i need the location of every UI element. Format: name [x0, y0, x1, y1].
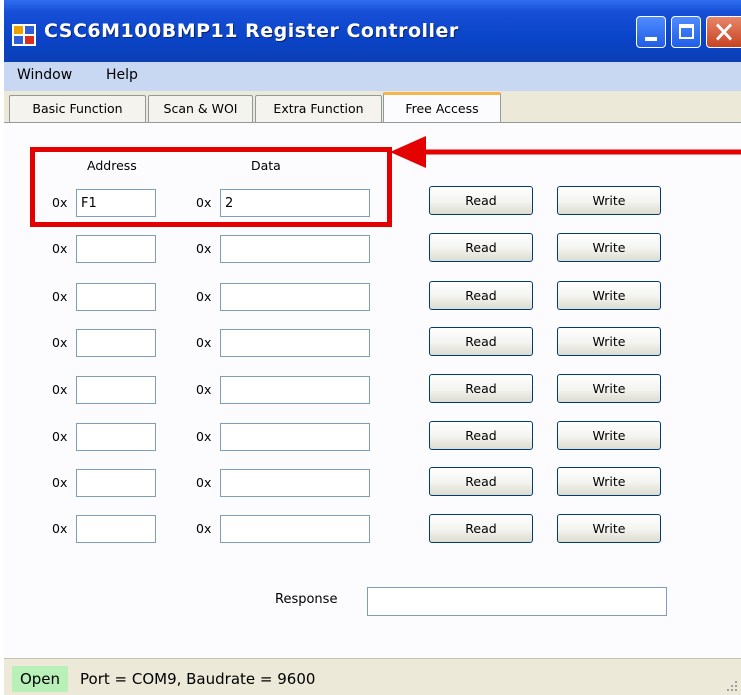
tab-free-access[interactable]: Free Access [383, 92, 501, 124]
data-prefix: 0x [196, 475, 212, 490]
address-field[interactable] [76, 469, 156, 497]
annotation-highlight-box [30, 147, 392, 227]
data-field[interactable] [220, 283, 370, 311]
address-field[interactable] [76, 515, 156, 543]
title-bar[interactable]: CSC6M100BMP11 Register Controller [4, 0, 741, 62]
menu-window[interactable]: Window [17, 67, 72, 83]
minimize-icon [645, 37, 657, 41]
maximize-button[interactable] [671, 16, 701, 48]
close-button[interactable] [706, 16, 741, 48]
response-field[interactable] [367, 587, 667, 616]
write-button[interactable]: Write [557, 186, 661, 215]
data-prefix: 0x [196, 241, 212, 256]
app-window: CSC6M100BMP11 Register Controller Window… [4, 0, 741, 695]
arrow-left-icon [390, 136, 741, 168]
status-bar: Open Port = COM9, Baudrate = 9600 [4, 658, 741, 695]
app-icon [12, 24, 36, 46]
read-button[interactable]: Read [429, 233, 533, 262]
data-field[interactable] [220, 329, 370, 357]
write-button[interactable]: Write [557, 281, 661, 310]
write-button[interactable]: Write [557, 374, 661, 403]
address-prefix: 0x [52, 521, 68, 536]
tab-basic-function[interactable]: Basic Function [9, 95, 146, 122]
data-field[interactable] [220, 423, 370, 451]
minimize-button[interactable] [636, 16, 666, 48]
data-prefix: 0x [196, 382, 212, 397]
resize-grip-icon[interactable] [723, 677, 739, 693]
address-prefix: 0x [52, 429, 68, 444]
write-button[interactable]: Write [557, 467, 661, 496]
data-prefix: 0x [196, 429, 212, 444]
data-field[interactable] [220, 235, 370, 263]
write-button[interactable]: Write [557, 233, 661, 262]
tab-scan-woi[interactable]: Scan & WOI [148, 95, 253, 122]
read-button[interactable]: Read [429, 281, 533, 310]
address-prefix: 0x [52, 335, 68, 350]
data-field[interactable] [220, 515, 370, 543]
menu-bar: Window Help [4, 62, 741, 91]
response-label: Response [275, 592, 338, 607]
address-prefix: 0x [52, 382, 68, 397]
data-prefix: 0x [196, 289, 212, 304]
data-prefix: 0x [196, 335, 212, 350]
write-button[interactable]: Write [557, 421, 661, 450]
address-field[interactable] [76, 329, 156, 357]
read-button[interactable]: Read [429, 186, 533, 215]
read-button[interactable]: Read [429, 421, 533, 450]
menu-help[interactable]: Help [106, 67, 138, 83]
address-field[interactable] [76, 235, 156, 263]
address-prefix: 0x [52, 475, 68, 490]
data-prefix: 0x [196, 521, 212, 536]
address-field[interactable] [76, 283, 156, 311]
address-field[interactable] [76, 376, 156, 404]
maximize-icon [679, 24, 694, 39]
connection-status-badge: Open [12, 666, 68, 692]
tab-extra-function[interactable]: Extra Function [255, 95, 382, 122]
address-field[interactable] [76, 423, 156, 451]
port-status-text: Port = COM9, Baudrate = 9600 [80, 670, 316, 688]
read-button[interactable]: Read [429, 467, 533, 496]
read-button[interactable]: Read [429, 514, 533, 543]
close-icon [715, 23, 733, 41]
write-button[interactable]: Write [557, 327, 661, 356]
read-button[interactable]: Read [429, 374, 533, 403]
data-field[interactable] [220, 376, 370, 404]
address-prefix: 0x [52, 289, 68, 304]
address-prefix: 0x [52, 241, 68, 256]
read-button[interactable]: Read [429, 327, 533, 356]
window-title: CSC6M100BMP11 Register Controller [44, 20, 459, 42]
write-button[interactable]: Write [557, 514, 661, 543]
data-field[interactable] [220, 469, 370, 497]
